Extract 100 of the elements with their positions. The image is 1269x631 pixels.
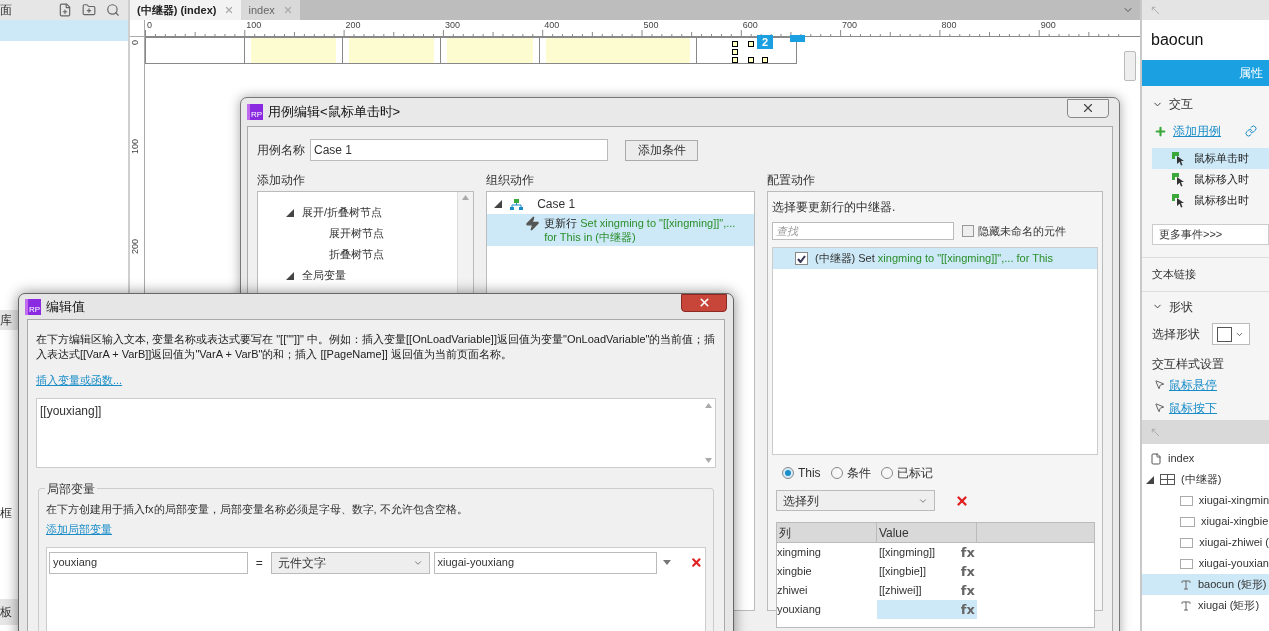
value-cell[interactable]: fx xyxy=(876,600,977,619)
close-button[interactable] xyxy=(1067,98,1109,118)
delete-icon[interactable] xyxy=(690,556,703,569)
value-editor[interactable]: [[youxiang]] xyxy=(36,397,716,468)
case-name-field[interactable]: Case 1 xyxy=(310,139,608,161)
outline-item[interactable]: xiugai-zhiwei ( xyxy=(1142,532,1269,553)
document-tab[interactable]: index xyxy=(241,0,300,20)
style-link[interactable]: 鼠标按下 xyxy=(1169,398,1217,417)
scrollbar-thumb[interactable] xyxy=(1124,51,1136,81)
panel-title: 库 xyxy=(0,312,12,329)
action-tree-item[interactable]: 全局变量 xyxy=(302,267,346,284)
target-row[interactable]: (中继器) Set xingming to "[[xingming]]",... for This xyxy=(772,248,1097,269)
checkbox-label: 隐藏未命名的元件 xyxy=(977,223,1066,239)
expanded-triangle-icon[interactable] xyxy=(494,200,503,208)
table-cell-text: youxiang xyxy=(776,602,822,618)
rectangle-icon xyxy=(1180,558,1193,569)
shape-picker[interactable] xyxy=(1212,323,1250,345)
document-tab[interactable]: (中继器) (index) xyxy=(130,0,242,20)
rectangle-icon xyxy=(1180,495,1193,506)
add-case-link[interactable]: 添加用例 xyxy=(1173,122,1221,140)
section-title: 交互 xyxy=(1169,96,1193,113)
fx-button[interactable]: fx xyxy=(960,599,975,620)
outline-item[interactable]: (中继器) xyxy=(1142,469,1269,490)
close-button[interactable] xyxy=(681,293,727,312)
resize-handle[interactable] xyxy=(762,57,768,63)
panel-title: 面 xyxy=(0,4,12,16)
fx-button[interactable]: fx xyxy=(960,580,975,601)
variable-type-select[interactable]: 元件文字 xyxy=(270,551,430,574)
resize-handle[interactable] xyxy=(748,41,754,47)
page-icon xyxy=(1150,452,1162,465)
ruler-label: 900 xyxy=(1040,21,1056,30)
add-folder-icon[interactable] xyxy=(82,3,96,17)
cursor-icon xyxy=(1154,379,1165,390)
radio-option[interactable]: 条件 xyxy=(830,464,871,482)
table-cell-text: xingming xyxy=(776,545,822,561)
outline-item[interactable]: xiugai (矩形) xyxy=(1142,595,1269,616)
radio-option[interactable]: This xyxy=(781,464,821,482)
ruler-label: 0 xyxy=(131,40,140,45)
add-page-icon[interactable] xyxy=(58,3,72,17)
outline-item[interactable]: xiugai-xingbie xyxy=(1142,511,1269,532)
panel-label: 框 xyxy=(0,507,12,519)
search-icon[interactable] xyxy=(106,3,120,17)
prompt-text: 选择要更新行的中继器. xyxy=(771,199,897,216)
fx-button[interactable]: fx xyxy=(960,561,975,582)
delete-icon[interactable] xyxy=(954,493,969,508)
action-tree-item[interactable]: 折叠树节点 xyxy=(329,246,384,263)
section-title: 交互样式设置 xyxy=(1151,356,1225,373)
plus-icon[interactable] xyxy=(1154,124,1167,138)
value-cell[interactable]: [[xingming]] fx xyxy=(876,543,977,562)
target-widget-field[interactable]: xiugai-youxiang xyxy=(433,551,658,574)
expanded-triangle-icon[interactable] xyxy=(286,208,294,217)
add-condition-button[interactable]: 添加条件 xyxy=(625,139,698,161)
ruler-label: 100 xyxy=(246,21,262,30)
section-title: 文本链接 xyxy=(1152,267,1196,283)
table-cell-text: zhiwei xyxy=(776,583,809,599)
value-cell[interactable]: [[zhiwei]] fx xyxy=(876,581,977,600)
count-badge: 2 xyxy=(757,35,774,49)
ruler-label: 400 xyxy=(544,21,560,30)
value-cell[interactable]: [[xingbie]] fx xyxy=(876,562,977,581)
checkbox[interactable] xyxy=(794,252,808,265)
lightning-icon xyxy=(525,216,541,231)
column-select[interactable]: 选择列 xyxy=(775,490,935,511)
ruler-label: 200 xyxy=(345,21,361,30)
app-logo: RP xyxy=(247,104,263,120)
search-field[interactable]: 查找 xyxy=(771,222,954,240)
action-item[interactable]: 更新行 Set xingming to "[[xingming]]",... for This in (中继器) xyxy=(487,214,754,246)
dialog-title: 编辑值 xyxy=(46,297,85,316)
fx-button[interactable]: fx xyxy=(960,542,975,563)
column-header: Value xyxy=(876,523,977,542)
column-heading: 组织动作 xyxy=(486,172,536,189)
column-heading: 配置动作 xyxy=(766,172,816,189)
scroll-up-icon[interactable] xyxy=(704,402,712,408)
resize-handle[interactable] xyxy=(748,57,754,63)
expanded-triangle-icon[interactable] xyxy=(1146,475,1154,484)
dialog-title: 用例编辑<鼠标单击时> xyxy=(268,103,401,122)
expanded-triangle-icon[interactable] xyxy=(286,271,294,280)
checkbox[interactable] xyxy=(961,225,974,237)
radio-option[interactable]: 已标记 xyxy=(880,464,933,482)
event-cursor-icon xyxy=(1172,172,1186,187)
dropdown-icon[interactable] xyxy=(663,560,672,565)
style-link[interactable]: 鼠标悬停 xyxy=(1169,375,1217,394)
event-item[interactable]: 鼠标移入时 xyxy=(1152,169,1269,190)
outline-item[interactable]: index xyxy=(1142,448,1269,469)
rectangle-icon xyxy=(1180,516,1195,527)
scroll-down-icon[interactable] xyxy=(704,457,712,463)
ruler-label: 600 xyxy=(742,21,758,30)
outline-item[interactable]: xiugai-youxian xyxy=(1142,553,1269,574)
action-tree-item[interactable]: 展开树节点 xyxy=(329,225,384,242)
event-item[interactable]: 鼠标移出时 xyxy=(1152,190,1269,211)
field-label: 用例名称 xyxy=(257,142,305,159)
event-cursor-icon xyxy=(1172,151,1186,166)
case-item[interactable]: Case 1 xyxy=(537,195,576,213)
variable-name-field[interactable]: youxiang xyxy=(49,551,248,574)
action-tree-item[interactable]: 展开/折叠树节点 xyxy=(302,204,383,221)
more-events-dropdown[interactable]: 更多事件>>> xyxy=(1152,224,1269,245)
outline-item[interactable]: xiugai-xingmin xyxy=(1142,490,1269,511)
event-item[interactable]: 鼠标单击时 xyxy=(1152,148,1269,169)
column-heading: 添加动作 xyxy=(257,172,306,189)
link-icon[interactable] xyxy=(1245,125,1257,137)
outline-item[interactable]: baocun (矩形) xyxy=(1142,574,1269,595)
